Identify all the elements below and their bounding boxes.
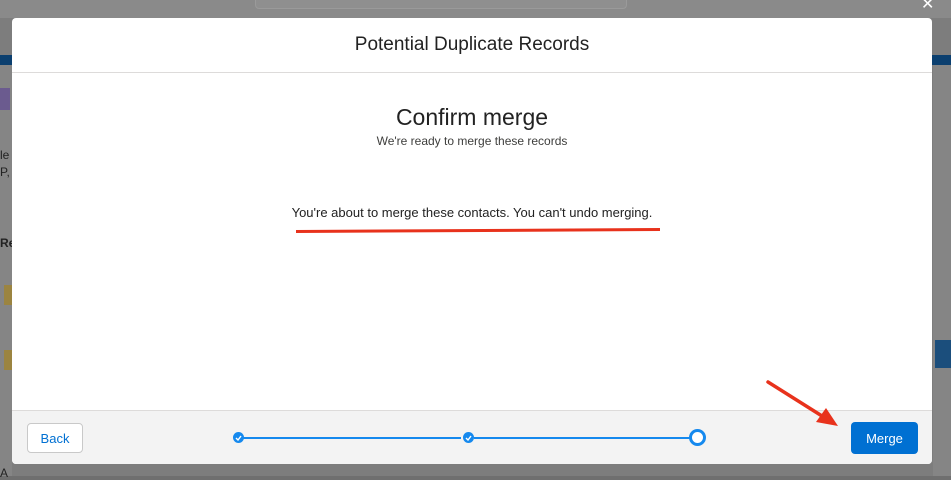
confirm-merge-heading: Confirm merge — [395, 104, 549, 130]
modal-header: Potential Duplicate Records — [12, 18, 932, 73]
background-button — [935, 340, 951, 368]
background-badge — [4, 285, 12, 305]
check-icon — [465, 435, 472, 441]
background-text: A — [0, 466, 9, 480]
step-2-complete[interactable] — [463, 432, 474, 443]
background-search-box — [255, 0, 627, 9]
close-icon[interactable]: ✕ — [921, 0, 934, 14]
red-underline-annotation — [295, 228, 661, 233]
confirm-merge-subtitle: We're ready to merge these records — [376, 134, 568, 148]
check-icon — [235, 435, 242, 441]
progress-line — [243, 437, 461, 439]
progress-line — [474, 437, 690, 439]
background-right-panel — [933, 65, 951, 476]
merge-button[interactable]: Merge — [851, 422, 918, 454]
back-button[interactable]: Back — [27, 423, 83, 453]
background-badge — [4, 350, 12, 370]
modal-title: Potential Duplicate Records — [354, 34, 590, 55]
background-left-panel — [0, 65, 12, 476]
step-1-complete[interactable] — [233, 432, 244, 443]
merge-warning-text: You're about to merge these contacts. Yo… — [291, 205, 653, 220]
step-3-current[interactable] — [689, 429, 706, 446]
red-arrow-icon — [766, 380, 838, 426]
background-record-icon — [0, 88, 10, 110]
background-text: le — [0, 148, 10, 162]
